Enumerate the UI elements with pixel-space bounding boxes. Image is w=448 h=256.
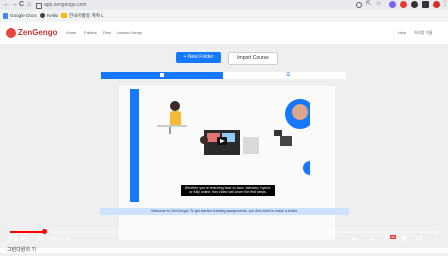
subtitles-icon[interactable]: ▭ [369,234,374,244]
bookmark-folder[interactable]: 한국어활동 계획 L [69,12,104,20]
volume-icon[interactable]: ◄) [35,234,44,244]
hd-badge: HD [390,235,397,239]
zengengo-logo-icon [6,28,16,38]
welcome-banner: Welcome to ZenGengo! To get started crea… [100,208,349,215]
bookmark-google-docs[interactable]: Google Docs [10,12,37,20]
browser-toolbar: ← → C ⌂ app.zengengo.com ⇱ ☆ ⋮ [0,0,448,10]
home-icon[interactable]: ⌂ [27,1,31,9]
import-course-button[interactable]: Import Course [228,52,278,65]
grid-view-tab[interactable] [101,72,223,79]
share-icon[interactable]: ⇱ [366,0,371,8]
progress-fill [10,231,45,233]
folder-icon [61,13,67,18]
accent-bar [130,89,139,202]
profile-avatar[interactable] [433,1,440,8]
bookmark-kellio[interactable]: Kellio [47,12,58,20]
list-view-icon[interactable]: ☰ [286,73,290,78]
kellio-icon [40,13,45,18]
nav-home[interactable]: Home [66,30,76,36]
below-video-area [0,248,448,253]
video-time: 0:25 / 5:19 [47,237,70,242]
video-caption: Whether you're teaching face-to-face, bl… [181,185,275,196]
back-icon[interactable]: ← [3,1,10,9]
menu-icon[interactable]: ⋮ [442,0,448,8]
teacher-illustration [157,99,310,175]
progress-bar[interactable] [10,231,438,233]
nav-folders[interactable]: Folders [84,30,97,36]
docs-icon [3,13,8,19]
next-icon[interactable]: ▶| [21,234,28,244]
reload-icon[interactable]: C [19,1,24,9]
extension-icon[interactable] [411,1,418,8]
autoplay-toggle[interactable]: ●▬ [351,234,359,244]
lock-icon [36,3,42,9]
grid-view-icon [160,73,164,77]
miniplayer-icon[interactable]: ▣ [401,234,408,244]
forward-icon[interactable]: → [11,1,18,9]
address-bar[interactable]: app.zengengo.com [44,1,87,9]
brand-name[interactable]: ZenGengo [18,27,58,39]
app-header: ZenGengo Home Folders Files Lesson Libra… [0,22,448,45]
fullscreen-icon[interactable]: ⛶ [431,234,436,244]
theater-mode-icon[interactable]: ▭ [416,234,423,244]
extension-icon[interactable] [400,1,407,8]
video-title[interactable]: 그린다원의 기 [7,247,36,253]
zoom-icon[interactable] [356,2,362,8]
help-link[interactable]: Help [398,30,406,36]
extension-icon[interactable] [422,1,429,8]
user-menu[interactable]: 아리랑 이름 [414,30,433,36]
extension-icon[interactable] [389,1,396,8]
nav-files[interactable]: Files [103,30,111,36]
nav-lesson-library[interactable]: Lesson Library [117,30,142,36]
pause-icon[interactable]: ❚❚ [7,234,19,244]
bookmark-star-icon[interactable]: ☆ [376,0,381,8]
new-folder-button[interactable]: + New Folder [176,52,221,63]
